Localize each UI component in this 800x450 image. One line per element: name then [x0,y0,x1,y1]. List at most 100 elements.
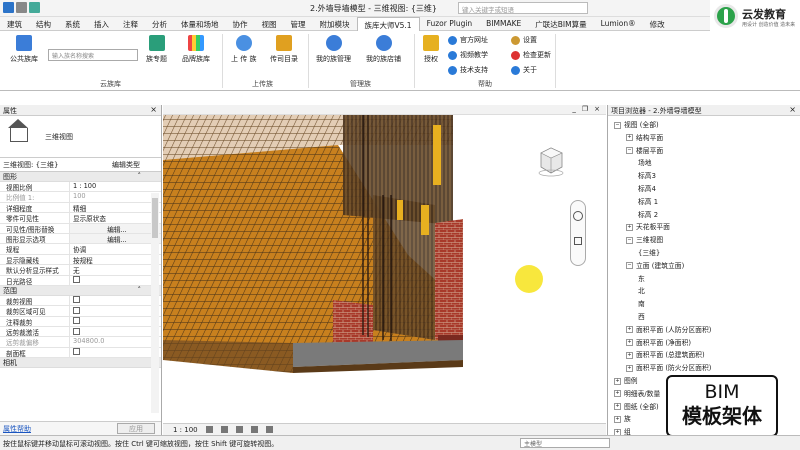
topic-button[interactable]: 族专题 [146,35,167,64]
property-value[interactable]: 按规程 [70,255,161,264]
expand-toggle-icon[interactable]: + [614,390,621,398]
tab-8[interactable]: 视图 [255,17,284,31]
property-row[interactable]: 默认分析显示样式无 [0,265,161,276]
close-icon[interactable]: × [594,105,600,113]
tech-support-link[interactable]: 技术支持 [448,65,488,75]
tab-10[interactable]: 附加模块 [313,17,357,31]
property-value[interactable]: 无 [70,265,161,274]
browser-node[interactable]: {三维} [638,247,660,257]
apply-button[interactable]: 应用 [117,423,155,434]
expand-toggle-icon[interactable]: − [626,147,633,155]
tab-13[interactable]: BIMMAKE [479,17,528,31]
expand-toggle-icon[interactable]: + [626,223,633,231]
upload-button[interactable]: 上 传 族 [231,35,256,64]
property-value[interactable]: 显示原状态 [70,213,161,222]
shadows-icon[interactable] [250,426,258,433]
model-selector[interactable]: 主模型 [520,438,610,448]
property-row[interactable]: 远剪裁偏移 304800.0 [0,337,161,348]
checkbox[interactable] [73,296,80,304]
tab-4[interactable]: 注释 [116,17,145,31]
tab-12[interactable]: Fuzor Plugin [420,17,480,31]
expand-toggle-icon[interactable]: + [614,377,621,385]
property-row[interactable]: 显示隐藏线 按规程 [0,254,161,266]
tab-5[interactable]: 分析 [145,17,174,31]
property-row[interactable]: 裁剪区域可见 [0,306,161,317]
expand-toggle-icon[interactable]: + [626,364,633,372]
view-scale[interactable]: 1 : 100 [173,426,198,434]
browser-node[interactable]: − 楼层平面 [626,145,663,155]
expand-toggle-icon[interactable]: + [626,351,633,359]
tab-1[interactable]: 结构 [29,17,58,31]
checkbox[interactable] [73,317,80,325]
browser-node[interactable]: + 面积平面 (人防分区面积) [626,324,711,334]
property-value[interactable]: 编辑... [70,233,161,244]
browser-node[interactable]: + 图纸 (全部) [614,401,659,411]
my-family-manage-button[interactable]: 我的族管理 [316,35,351,64]
tab-9[interactable]: 管理 [284,17,313,31]
browser-node[interactable]: − 视图 (全部) [614,119,659,129]
expand-toggle-icon[interactable]: + [626,134,633,142]
property-row[interactable]: 远剪裁激活 [0,327,161,338]
browser-node[interactable]: − 立面 (建筑立面) [626,260,684,270]
authorize-button[interactable]: 授权 [423,35,439,64]
restore-icon[interactable]: ❐ [582,105,588,113]
edit-type-button[interactable]: 编辑类型 [112,160,140,170]
browser-node[interactable]: 北 [638,285,645,295]
checkbox[interactable] [73,327,80,335]
tab-7[interactable]: 协作 [226,17,255,31]
about-button[interactable]: 关于 [511,65,537,75]
3d-viewport[interactable]: _ ❐ × 1 : 100 [163,105,606,435]
save-icon[interactable] [29,2,40,13]
public-library-button[interactable]: 公共族库 [10,35,38,64]
tab-15[interactable]: Lumion® [594,17,643,31]
browser-node[interactable]: 标高3 [638,170,656,180]
property-value[interactable] [70,296,161,305]
sun-path-icon[interactable] [235,426,243,433]
expand-toggle-icon[interactable]: + [626,339,633,347]
tab-16[interactable]: 修改 [643,17,672,31]
property-row[interactable]: 注释裁剪 [0,316,161,328]
tab-6[interactable]: 体量和场地 [174,17,226,31]
property-row[interactable]: 详细程度 精细 [0,202,161,214]
browser-node[interactable]: + 明细表/数量 [614,388,660,398]
property-row[interactable]: 视图比例 1 : 100 [0,182,161,193]
close-icon[interactable]: × [150,105,157,114]
property-row[interactable]: 可见性/图形替换 编辑... [0,223,161,234]
property-row[interactable]: 比例值 1: 100 [0,192,161,203]
official-site-link[interactable]: 官方网址 [448,35,488,45]
property-value[interactable]: 协调 [70,244,161,253]
tab-3[interactable]: 插入 [87,17,116,31]
group-extents[interactable]: 范围 ˄ [0,285,161,296]
property-row[interactable]: 剖面框 [0,347,161,359]
browser-node[interactable]: 南 [638,298,645,308]
crop-view-icon[interactable] [265,426,273,433]
expand-toggle-icon[interactable]: + [614,415,621,423]
view-cube[interactable] [536,145,566,177]
scroll-thumb[interactable] [152,198,158,238]
property-row[interactable]: 裁剪视图 [0,295,161,307]
browser-node[interactable]: + 面积平面 (净面积) [626,337,691,347]
browser-node[interactable]: + 天花板平面 [626,221,670,231]
browser-node[interactable]: 东 [638,273,645,283]
instance-selector[interactable]: 三维视图: {三维} 编辑类型 [0,158,161,172]
browser-node[interactable]: + 面积平面 (总建筑面积) [626,349,705,359]
video-tutorial-link[interactable]: 视频教学 [448,50,488,60]
family-search-input[interactable]: 输入族名称搜索 [48,49,138,61]
type-selector[interactable]: 三维视图 [0,116,161,158]
property-row[interactable]: 图形显示选项 编辑... [0,233,161,245]
property-value[interactable]: 1 : 100 [70,182,161,191]
steering-wheel-icon[interactable] [573,211,583,221]
expand-toggle-icon[interactable]: − [614,121,621,129]
checkbox[interactable] [73,276,80,284]
property-value[interactable] [70,317,161,326]
zoom-icon[interactable] [574,237,582,245]
tab-11[interactable]: 族库大师V5.1 [356,17,420,31]
navigation-bar[interactable] [570,200,586,266]
property-value[interactable]: 精细 [70,203,161,212]
property-value[interactable] [70,348,161,357]
browser-node[interactable]: + 族 [614,413,631,423]
property-value[interactable] [70,276,161,285]
tab-2[interactable]: 系统 [58,17,87,31]
property-row[interactable]: 零件可见性 显示原状态 [0,213,161,224]
detail-level-icon[interactable] [205,426,213,433]
